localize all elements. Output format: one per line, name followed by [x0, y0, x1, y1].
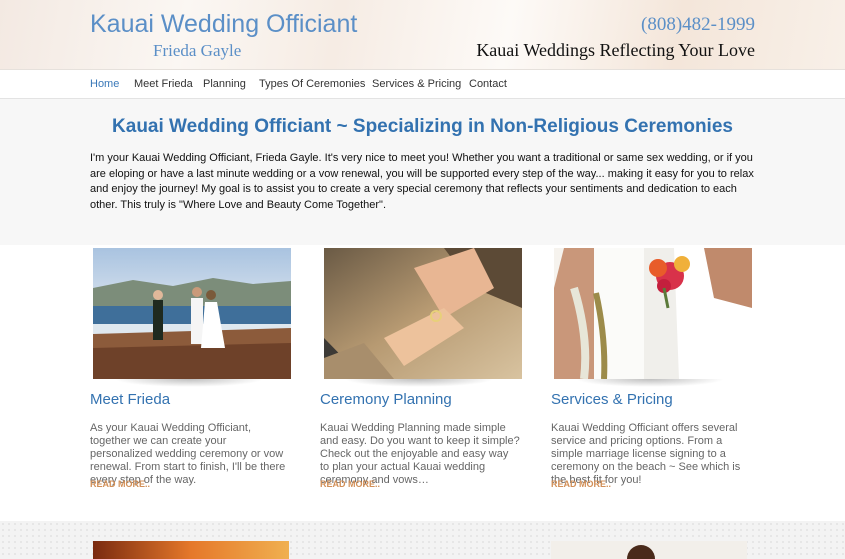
bottom-section — [0, 521, 845, 559]
features-section: Meet Frieda As your Kauai Wedding Offici… — [0, 245, 845, 521]
photo-shadow — [575, 379, 725, 387]
site-tagline: Kauai Weddings Reflecting Your Love — [476, 40, 755, 60]
photo-couple[interactable] — [551, 541, 747, 559]
site-title[interactable]: Kauai Wedding Officiant — [90, 10, 357, 39]
page-heading: Kauai Wedding Officiant ~ Specializing i… — [112, 116, 733, 137]
nav-item-types-of-ceremonies[interactable]: Types Of Ceremonies — [259, 78, 365, 90]
site-header: Kauai Wedding Officiant Frieda Gayle (80… — [0, 0, 845, 70]
nav-item-services-pricing[interactable]: Services & Pricing — [372, 78, 461, 90]
photo-lei-bouquet[interactable] — [554, 248, 752, 379]
nav-item-meet-frieda[interactable]: Meet Frieda — [134, 78, 193, 90]
photo-beach-ceremony[interactable] — [93, 248, 291, 379]
photo-sunset[interactable] — [93, 541, 289, 559]
photo-shadow — [344, 379, 494, 387]
phone-number[interactable]: (808)482-1999 — [641, 14, 755, 36]
intro-section: Kauai Wedding Officiant ~ Specializing i… — [0, 99, 845, 245]
feature-title[interactable]: Services & Pricing — [551, 391, 673, 408]
feature-title[interactable]: Ceremony Planning — [320, 391, 452, 408]
nav-item-planning[interactable]: Planning — [203, 78, 246, 90]
feature-text: As your Kauai Wedding Officiant, togethe… — [90, 422, 286, 486]
site-subtitle: Frieda Gayle — [153, 41, 242, 60]
feature-text: Kauai Wedding Planning made simple and e… — [320, 422, 520, 486]
read-more-link[interactable]: READ MORE.. — [551, 479, 611, 489]
feature-services-pricing: Services & Pricing Kauai Wedding Officia… — [551, 245, 752, 521]
read-more-link[interactable]: READ MORE.. — [90, 479, 150, 489]
feature-text: Kauai Wedding Officiant offers several s… — [551, 422, 741, 486]
main-nav: Home Meet Frieda Planning Types Of Cerem… — [0, 70, 845, 99]
nav-item-contact[interactable]: Contact — [469, 78, 507, 90]
intro-text: I'm your Kauai Wedding Officiant, Frieda… — [90, 152, 754, 211]
read-more-link[interactable]: READ MORE.. — [320, 479, 380, 489]
photo-rings-hands[interactable] — [324, 248, 522, 379]
feature-title[interactable]: Meet Frieda — [90, 391, 170, 408]
nav-item-home[interactable]: Home — [90, 78, 119, 90]
feature-meet-frieda: Meet Frieda As your Kauai Wedding Offici… — [90, 245, 291, 521]
photo-shadow — [114, 379, 264, 387]
feature-ceremony-planning: Ceremony Planning Kauai Wedding Planning… — [320, 245, 522, 521]
